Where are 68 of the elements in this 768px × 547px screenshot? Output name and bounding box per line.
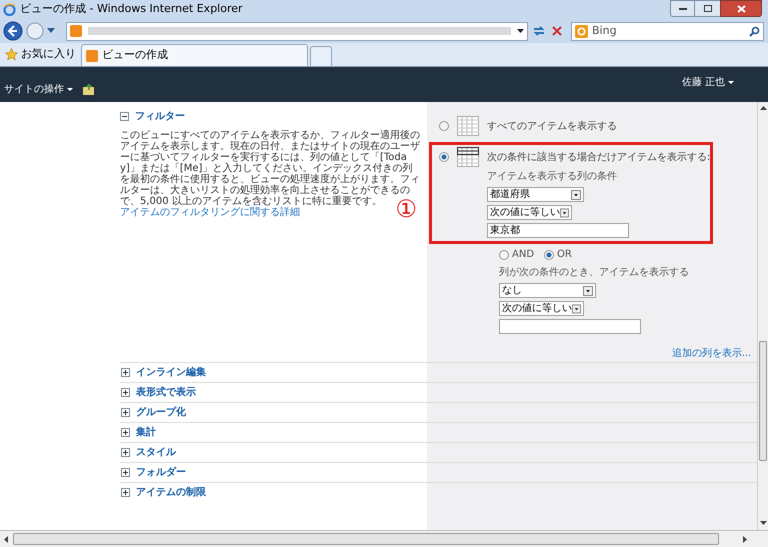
browser-tab[interactable]: ビューの作成 — [81, 44, 308, 66]
radio-label: AND — [512, 248, 534, 262]
dropdown[interactable]: 次の値に等しい — [487, 205, 572, 220]
scrollbar-thumb[interactable] — [759, 341, 767, 461]
dropdown[interactable]: 都道府県 — [487, 187, 584, 202]
radio-label: OR — [557, 248, 572, 262]
dropdown[interactable]: なし — [499, 283, 596, 298]
condition-label: 列が次の条件のとき、アイテムを表示する — [499, 266, 690, 280]
value-field[interactable] — [499, 319, 641, 334]
close-button[interactable] — [720, 0, 762, 17]
section-title[interactable]: スタイル — [136, 445, 176, 460]
section-title[interactable]: フォルダー — [136, 465, 186, 480]
search-provider-icon — [575, 24, 588, 38]
expand-icon[interactable] — [121, 448, 130, 457]
horizontal-scrollbar[interactable] — [0, 530, 768, 547]
value-field[interactable]: 東京都 — [487, 223, 629, 238]
table-icon — [457, 116, 479, 136]
scroll-left-icon[interactable] — [4, 536, 9, 542]
section-title[interactable]: グループ化 — [136, 405, 186, 420]
site-icon — [86, 50, 98, 62]
scroll-right-icon[interactable] — [743, 536, 748, 542]
minimize-button[interactable] — [670, 0, 695, 17]
radio-button[interactable] — [499, 250, 509, 260]
expand-icon[interactable] — [121, 408, 130, 417]
section-title[interactable]: インライン編集 — [136, 365, 206, 380]
scroll-up-icon[interactable] — [760, 106, 767, 111]
scroll-down-icon[interactable] — [760, 521, 767, 526]
caret-icon — [67, 88, 73, 92]
caret-icon — [728, 80, 734, 84]
scrollbar-thumb[interactable] — [13, 533, 719, 545]
expand-icon[interactable] — [121, 428, 130, 437]
condition-label: アイテムを表示する列の条件 — [487, 170, 618, 184]
search-icon[interactable] — [749, 26, 760, 36]
radio-button[interactable] — [544, 250, 554, 260]
window-title: ビューの作成 - Windows Internet Explorer — [20, 1, 243, 18]
site-actions-menu[interactable]: サイトの操作 — [4, 82, 73, 97]
browser-logo-icon — [3, 3, 16, 16]
maximize-button[interactable] — [695, 0, 720, 17]
collapse-icon[interactable] — [120, 112, 129, 121]
option-label: 次の条件に該当する場合だけアイテムを表示する: — [487, 150, 710, 164]
option-label: すべてのアイテムを表示する — [487, 120, 617, 134]
user-menu[interactable]: 佐藤 正也 — [682, 75, 734, 90]
section-title[interactable]: 集計 — [136, 425, 156, 440]
filter-help-link[interactable]: アイテムのフィルタリングに関する詳細 — [120, 207, 300, 218]
favorites-button[interactable]: お気に入り — [2, 44, 79, 65]
expand-icon[interactable] — [121, 488, 130, 497]
expand-icon[interactable] — [121, 368, 130, 377]
history-dropdown-icon[interactable] — [47, 28, 55, 34]
site-icon — [70, 25, 82, 37]
radio-button[interactable] — [439, 121, 449, 131]
radio-button[interactable] — [439, 152, 449, 162]
filtered-table-icon — [457, 147, 479, 167]
address-field[interactable] — [66, 22, 528, 40]
back-button[interactable] — [3, 21, 23, 41]
section-title[interactable]: フィルター — [135, 109, 185, 124]
expand-icon[interactable] — [121, 388, 130, 397]
stop-icon[interactable] — [550, 24, 564, 38]
dropdown-arrow-icon[interactable] — [517, 28, 524, 34]
section-title[interactable]: 表形式で表示 — [136, 385, 196, 400]
dropdown[interactable]: 次の値に等しい — [499, 301, 584, 316]
close-icon — [736, 4, 746, 12]
star-icon — [5, 48, 18, 61]
expand-icon[interactable] — [121, 468, 130, 477]
search-field[interactable]: Bing — [571, 22, 764, 40]
section-title[interactable]: アイテムの制限 — [136, 485, 206, 500]
show-more-columns-link[interactable]: 追加の列を表示... — [672, 346, 752, 361]
folder-up-icon[interactable] — [83, 84, 96, 95]
vertical-scrollbar[interactable] — [757, 102, 768, 530]
